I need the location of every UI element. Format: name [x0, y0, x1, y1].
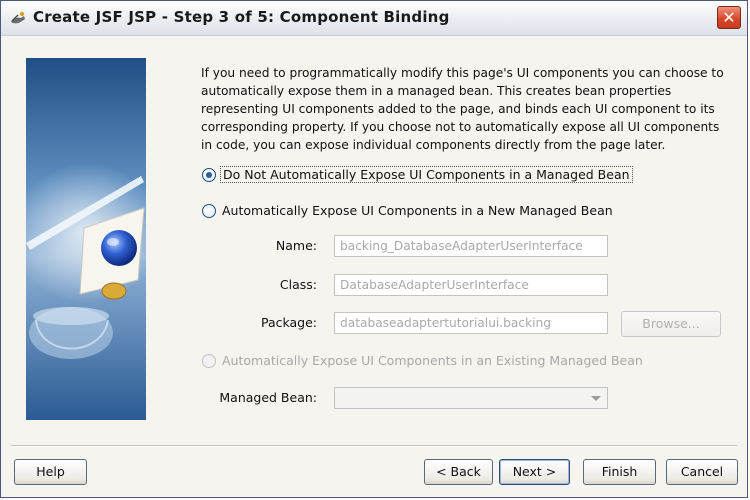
intro-text: If you need to programmatically modify t… [201, 66, 724, 152]
wizard-illustration [26, 58, 146, 420]
package-label: Package: [260, 315, 317, 330]
do-not-expose-label[interactable]: Do Not Automatically Expose UI Component… [220, 166, 633, 183]
class-field[interactable]: DatabaseAdapterUserInterface [334, 274, 608, 296]
dialog-window: Create JSF JSP - Step 3 of 5: Component … [0, 0, 748, 498]
dialog-title: Create JSF JSP - Step 3 of 5: Component … [33, 8, 450, 26]
new-bean-option[interactable]: Automatically Expose UI Components in a … [202, 202, 622, 222]
wizard-icon [11, 11, 25, 24]
back-button[interactable]: < Back [424, 459, 493, 485]
button-separator [11, 445, 737, 447]
help-button[interactable]: Help [14, 459, 87, 485]
existing-bean-label[interactable]: Automatically Expose UI Components in an… [222, 353, 643, 368]
browse-button[interactable]: Browse... [621, 311, 721, 337]
class-label: Class: [279, 277, 317, 292]
existing-bean-radio[interactable] [202, 354, 216, 368]
do-not-expose-radio[interactable] [202, 168, 216, 182]
existing-bean-option[interactable]: Automatically Expose UI Components in an… [202, 352, 643, 372]
dialog-body: If you need to programmatically modify t… [1, 36, 747, 497]
new-bean-label[interactable]: Automatically Expose UI Components in a … [222, 203, 613, 218]
next-button[interactable]: Next > [499, 459, 570, 485]
managed-bean-select[interactable] [334, 387, 608, 409]
cancel-button[interactable]: Cancel [666, 459, 738, 485]
close-icon: ✕ [722, 8, 736, 27]
close-button[interactable]: ✕ [717, 6, 741, 29]
do-not-expose-option[interactable]: Do Not Automatically Expose UI Component… [202, 166, 633, 186]
name-label: Name: [275, 238, 317, 253]
name-field[interactable]: backing_DatabaseAdapterUserInterface [334, 235, 608, 257]
title-bar[interactable]: Create JSF JSP - Step 3 of 5: Component … [1, 1, 747, 36]
package-field[interactable]: databaseadaptertutorialui.backing [334, 312, 608, 334]
chevron-down-icon [591, 396, 601, 401]
managed-bean-label: Managed Bean: [219, 390, 317, 405]
new-bean-radio[interactable] [202, 204, 216, 218]
finish-button[interactable]: Finish [583, 459, 656, 485]
